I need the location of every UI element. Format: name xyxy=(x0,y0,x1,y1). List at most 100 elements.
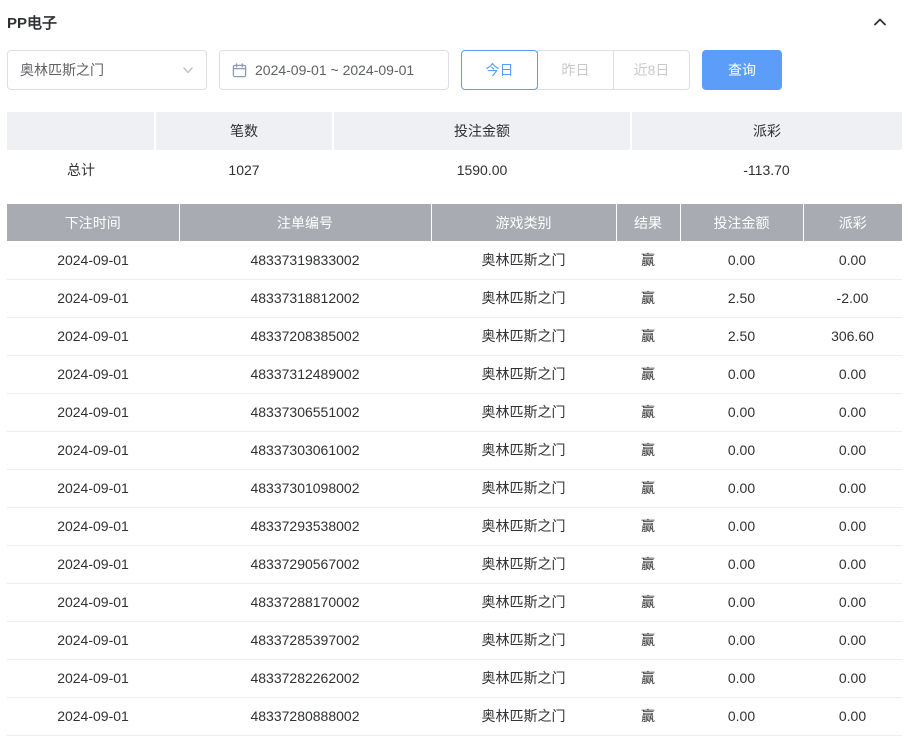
cell-game-type: 奥林匹斯之门 xyxy=(431,431,616,470)
cell-bet-id: 48337318812002 xyxy=(179,279,431,318)
cell-bet-time: 2024-09-01 xyxy=(7,469,179,508)
cell-game-type: 奥林匹斯之门 xyxy=(431,279,616,318)
table-row: 2024-09-01 48337293538002 奥林匹斯之门 赢 0.00 … xyxy=(7,507,902,546)
cell-game-type: 奥林匹斯之门 xyxy=(431,355,616,394)
table-row: 2024-09-01 48337312489002 奥林匹斯之门 赢 0.00 … xyxy=(7,355,902,394)
cell-game-type: 奥林匹斯之门 xyxy=(431,621,616,660)
cell-bet-amount: 0.00 xyxy=(680,659,803,698)
cell-payout: 0.00 xyxy=(803,431,902,470)
summary-header-payout: 派彩 xyxy=(631,112,902,150)
cell-game-type: 奥林匹斯之门 xyxy=(431,469,616,508)
col-header-bet-id: 注单编号 xyxy=(179,204,432,241)
pp-games-panel: PP电子 奥林匹斯之门 2024-09-01 ~ 2024-09-01 今日 昨… xyxy=(0,0,909,736)
quick-button-last8days[interactable]: 近8日 xyxy=(613,50,690,90)
cell-game-type: 奥林匹斯之门 xyxy=(431,507,616,546)
cell-payout: 0.00 xyxy=(803,545,902,584)
quick-range-button-group: 今日 昨日 近8日 xyxy=(461,50,690,90)
cell-result: 赢 xyxy=(616,241,680,280)
cell-bet-id: 48337280888002 xyxy=(179,697,431,736)
bet-table-body: 2024-09-01 48337319833002 奥林匹斯之门 赢 0.00 … xyxy=(7,241,902,736)
cell-game-type: 奥林匹斯之门 xyxy=(431,317,616,356)
summary-total-label: 总计 xyxy=(7,150,155,190)
cell-bet-id: 48337303061002 xyxy=(179,431,431,470)
cell-game-type: 奥林匹斯之门 xyxy=(431,583,616,622)
chevron-up-icon xyxy=(872,14,888,30)
panel-header: PP电子 xyxy=(7,10,902,34)
filter-bar: 奥林匹斯之门 2024-09-01 ~ 2024-09-01 今日 昨日 近8日… xyxy=(7,50,902,90)
cell-game-type: 奥林匹斯之门 xyxy=(431,393,616,432)
cell-result: 赢 xyxy=(616,507,680,546)
table-row: 2024-09-01 48337318812002 奥林匹斯之门 赢 2.50 … xyxy=(7,279,902,318)
summary-header-bet-amount: 投注金额 xyxy=(333,112,632,150)
cell-bet-time: 2024-09-01 xyxy=(7,393,179,432)
cell-result: 赢 xyxy=(616,659,680,698)
quick-button-today[interactable]: 今日 xyxy=(461,50,538,90)
cell-bet-id: 48337208385002 xyxy=(179,317,431,356)
cell-bet-amount: 0.00 xyxy=(680,621,803,660)
cell-bet-time: 2024-09-01 xyxy=(7,507,179,546)
table-row: 2024-09-01 48337301098002 奥林匹斯之门 赢 0.00 … xyxy=(7,469,902,508)
date-range-picker[interactable]: 2024-09-01 ~ 2024-09-01 xyxy=(219,50,449,90)
col-header-bet-time: 下注时间 xyxy=(7,204,180,241)
cell-bet-id: 48337282262002 xyxy=(179,659,431,698)
cell-bet-id: 48337293538002 xyxy=(179,507,431,546)
cell-payout: 0.00 xyxy=(803,697,902,736)
cell-bet-time: 2024-09-01 xyxy=(7,279,179,318)
page-title: PP电子 xyxy=(7,14,58,32)
col-header-result: 结果 xyxy=(616,204,681,241)
cell-bet-amount: 0.00 xyxy=(680,697,803,736)
cell-result: 赢 xyxy=(616,621,680,660)
summary-total-count: 1027 xyxy=(155,150,333,190)
collapse-button[interactable] xyxy=(870,12,890,32)
cell-bet-time: 2024-09-01 xyxy=(7,583,179,622)
cell-bet-time: 2024-09-01 xyxy=(7,659,179,698)
cell-bet-amount: 0.00 xyxy=(680,469,803,508)
cell-bet-time: 2024-09-01 xyxy=(7,697,179,736)
cell-payout: 0.00 xyxy=(803,621,902,660)
summary-total-row: 总计 1027 1590.00 -113.70 xyxy=(7,150,902,190)
cell-payout: 0.00 xyxy=(803,393,902,432)
cell-bet-id: 48337288170002 xyxy=(179,583,431,622)
cell-bet-id: 48337312489002 xyxy=(179,355,431,394)
table-row: 2024-09-01 48337290567002 奥林匹斯之门 赢 0.00 … xyxy=(7,545,902,584)
cell-bet-amount: 0.00 xyxy=(680,507,803,546)
cell-result: 赢 xyxy=(616,469,680,508)
cell-bet-id: 48337290567002 xyxy=(179,545,431,584)
cell-bet-amount: 0.00 xyxy=(680,583,803,622)
summary-header-row: 笔数 投注金额 派彩 xyxy=(7,112,902,150)
col-header-payout: 派彩 xyxy=(803,204,902,241)
cell-bet-time: 2024-09-01 xyxy=(7,431,179,470)
table-row: 2024-09-01 48337319833002 奥林匹斯之门 赢 0.00 … xyxy=(7,241,902,280)
cell-bet-time: 2024-09-01 xyxy=(7,317,179,356)
cell-payout: 306.60 xyxy=(803,317,902,356)
bet-table: 下注时间 注单编号 游戏类别 结果 投注金额 派彩 2024-09-01 483… xyxy=(7,204,902,736)
table-row: 2024-09-01 48337306551002 奥林匹斯之门 赢 0.00 … xyxy=(7,393,902,432)
quick-button-yesterday[interactable]: 昨日 xyxy=(537,50,614,90)
cell-bet-amount: 0.00 xyxy=(680,393,803,432)
cell-bet-amount: 0.00 xyxy=(680,355,803,394)
cell-result: 赢 xyxy=(616,583,680,622)
cell-result: 赢 xyxy=(616,279,680,318)
cell-bet-id: 48337306551002 xyxy=(179,393,431,432)
cell-result: 赢 xyxy=(616,545,680,584)
cell-payout: -2.00 xyxy=(803,279,902,318)
cell-bet-time: 2024-09-01 xyxy=(7,545,179,584)
search-button[interactable]: 查询 xyxy=(702,50,782,90)
cell-bet-id: 48337319833002 xyxy=(179,241,431,280)
cell-bet-amount: 0.00 xyxy=(680,431,803,470)
table-row: 2024-09-01 48337288170002 奥林匹斯之门 赢 0.00 … xyxy=(7,583,902,622)
table-row: 2024-09-01 48337282262002 奥林匹斯之门 赢 0.00 … xyxy=(7,659,902,698)
cell-payout: 0.00 xyxy=(803,469,902,508)
cell-payout: 0.00 xyxy=(803,241,902,280)
cell-result: 赢 xyxy=(616,697,680,736)
summary-payout: -113.70 xyxy=(631,150,902,190)
cell-payout: 0.00 xyxy=(803,507,902,546)
game-select[interactable]: 奥林匹斯之门 xyxy=(7,50,207,90)
col-header-game-type: 游戏类别 xyxy=(431,204,617,241)
cell-bet-amount: 2.50 xyxy=(680,279,803,318)
summary-header-empty xyxy=(7,112,156,150)
cell-bet-amount: 2.50 xyxy=(680,317,803,356)
cell-game-type: 奥林匹斯之门 xyxy=(431,545,616,584)
cell-result: 赢 xyxy=(616,317,680,356)
table-row: 2024-09-01 48337285397002 奥林匹斯之门 赢 0.00 … xyxy=(7,621,902,660)
